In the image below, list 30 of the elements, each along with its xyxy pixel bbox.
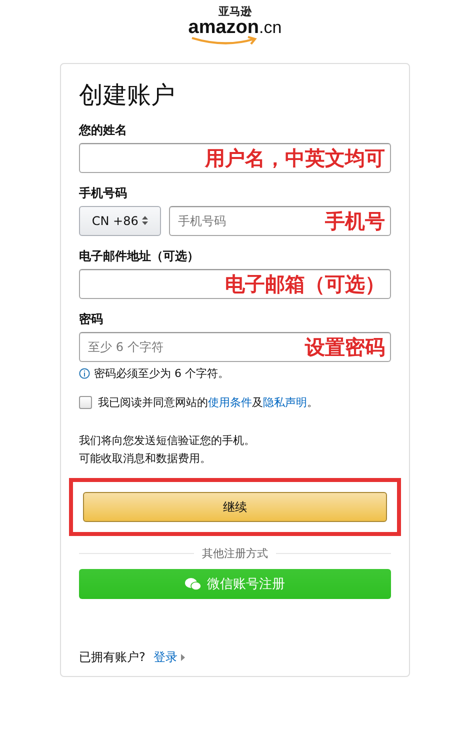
logo-chinese-text: 亚马逊	[218, 6, 252, 18]
signin-link[interactable]: 登录	[153, 649, 186, 666]
country-code-select[interactable]: CN +86	[79, 206, 161, 236]
field-label: 电子邮件地址（可选）	[79, 248, 200, 265]
password-hint-text: 密码必须至少为 6 个字符。	[94, 366, 229, 381]
page-title: 创建账户	[79, 80, 176, 111]
privacy-link[interactable]: 隐私声明	[263, 396, 307, 409]
continue-button[interactable]: 继续	[83, 492, 387, 522]
divider-text: 其他注册方式	[202, 546, 268, 561]
logo-wordmark: amazon	[188, 18, 260, 38]
logo-suffix: .cn	[259, 18, 282, 38]
annotation-text: 手机号	[325, 209, 385, 233]
chat-bubbles-icon	[185, 577, 201, 591]
input-field[interactable]	[79, 269, 391, 299]
field-label: 您的姓名	[79, 122, 128, 139]
annotation-text: 设置密码	[305, 335, 385, 359]
notice-text: 我们将向您发送短信验证您的手机。	[79, 433, 256, 449]
agree-checkbox[interactable]	[79, 396, 92, 409]
annotation-text: 电子邮箱（可选）	[225, 272, 385, 296]
field-label: 密码	[79, 311, 104, 328]
signin-prompt: 已拥有账户?	[79, 649, 146, 666]
annotation-text: 用户名，中英文均可	[205, 146, 385, 170]
up-down-arrows-icon	[142, 216, 148, 225]
notice-text: 可能收取消息和数据费用。	[79, 451, 212, 467]
terms-link[interactable]: 使用条件	[208, 396, 252, 409]
input-field[interactable]	[79, 143, 391, 173]
caret-icon	[181, 654, 186, 661]
info-icon	[79, 368, 90, 379]
field-label: 手机号码	[79, 185, 128, 202]
agree-text: 我已阅读并同意网站的使用条件及隐私声明。	[98, 395, 318, 410]
